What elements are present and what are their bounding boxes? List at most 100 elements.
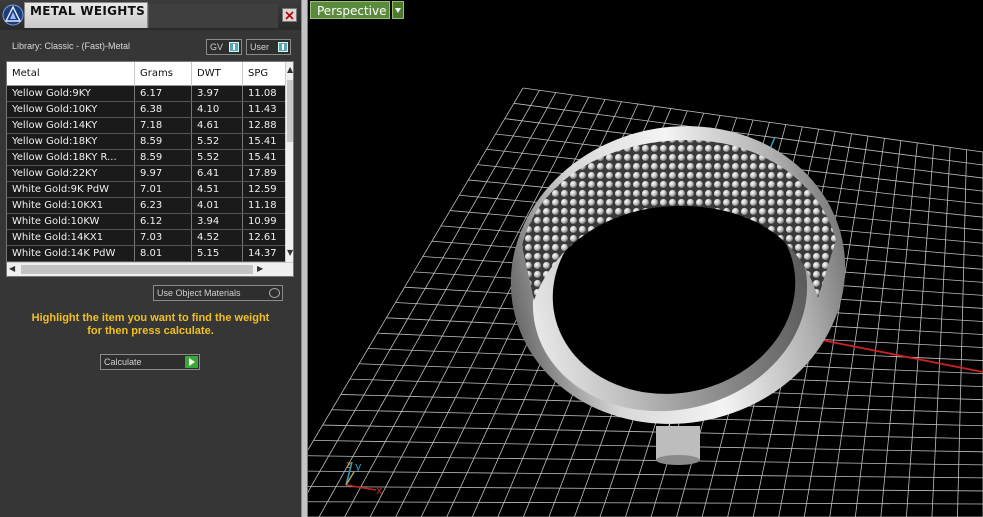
grid-line: [313, 439, 983, 453]
table-row[interactable]: Yellow Gold:14KY 7.18 4.61 12.88: [7, 118, 285, 134]
table-header: Metal Grams DWT SPG: [7, 62, 285, 86]
cell-grams: 7.01: [135, 182, 192, 197]
user-toggle-label: User: [250, 42, 270, 52]
scroll-left-icon[interactable]: ◀: [9, 264, 15, 274]
cell-grams: 6.17: [135, 86, 192, 101]
cell-grams: 9.97: [135, 166, 192, 181]
app-logo-icon: [2, 4, 24, 26]
cell-spg: 11.08: [248, 88, 277, 99]
scroll-down-icon[interactable]: ▼: [287, 248, 293, 258]
column-header-metal[interactable]: Metal: [7, 62, 135, 86]
toggle-switch-icon: [278, 42, 288, 52]
cell-metal: Yellow Gold:18KY: [7, 134, 135, 149]
viewport-scene: x y z: [308, 87, 983, 517]
table-row[interactable]: Yellow Gold:18KY R... 8.59 5.52 15.41: [7, 150, 285, 166]
grid-line: [308, 455, 983, 466]
gizmo-x-label: x: [376, 484, 383, 497]
table-row[interactable]: White Gold:14KX1 7.03 4.52 12.61: [7, 230, 285, 246]
play-icon: [185, 356, 198, 368]
metal-weights-panel: METAL WEIGHTS Library: Classic - (Fast)-…: [0, 0, 301, 517]
instructions-text: Highlight the item you want to find the …: [10, 312, 291, 338]
cell-dwt: 4.10: [192, 102, 243, 117]
cell-metal: Yellow Gold:18KY R...: [7, 150, 135, 165]
panel-title-bar: METAL WEIGHTS: [0, 0, 301, 30]
cell-spg: 11.18: [248, 200, 277, 211]
cell-grams: 7.03: [135, 230, 192, 245]
grid-line: [880, 142, 918, 517]
instructions-line: Highlight the item you want to find the …: [31, 312, 270, 324]
scroll-up-icon[interactable]: ▲: [287, 65, 293, 75]
column-header-spg[interactable]: SPG: [243, 62, 285, 86]
title-bar-spacer: [148, 4, 278, 28]
cell-metal: White Gold:10KW: [7, 214, 135, 229]
cell-dwt: 3.97: [192, 86, 243, 101]
gv-toggle[interactable]: GV: [206, 39, 242, 55]
grid-line: [854, 140, 902, 517]
user-toggle[interactable]: User: [246, 39, 291, 55]
grid-line: [829, 138, 885, 517]
table-row[interactable]: White Gold:14K PdW 8.01 5.15 14.37: [7, 246, 285, 262]
view-mode-tab[interactable]: Perspective: [310, 1, 390, 19]
grid-line: [322, 424, 983, 440]
cell-spg: 11.43: [248, 104, 277, 115]
cell-grams: 8.01: [135, 246, 192, 261]
library-label: Library: Classic - (Fast)-Metal: [12, 41, 131, 51]
cell-metal: White Gold:10KX1: [7, 198, 135, 213]
cell-dwt: 5.15: [192, 246, 243, 261]
cell-grams: 6.12: [135, 214, 192, 229]
toggle-switch-icon: [229, 42, 239, 52]
table-body: Yellow Gold:9KY 6.17 3.97 11.08 Yellow Gold…: [7, 86, 285, 262]
calculate-label: Calculate: [104, 357, 142, 367]
chevron-down-icon[interactable]: [392, 1, 404, 19]
gizmo-y-label: y: [355, 460, 362, 473]
cell-metal: Yellow Gold:22KY: [7, 166, 135, 181]
table-row[interactable]: White Gold:10KX1 6.23 4.01 11.18: [7, 198, 285, 214]
cell-dwt: 4.52: [192, 230, 243, 245]
horizontal-scroll-thumb[interactable]: [21, 265, 253, 274]
gv-toggle-label: GV: [210, 42, 224, 52]
cell-grams: 8.59: [135, 150, 192, 165]
cell-spg: 10.99: [248, 216, 277, 227]
cell-grams: 8.59: [135, 134, 192, 149]
horizontal-scrollbar[interactable]: ◀ ▶: [7, 262, 293, 276]
3d-viewport[interactable]: x y z Perspective: [308, 0, 983, 517]
cell-metal: White Gold:14KX1: [7, 230, 135, 245]
view-mode-label: Perspective: [317, 4, 387, 18]
use-object-materials-checkbox[interactable]: Use Object Materials: [153, 285, 283, 301]
cell-spg: 17.89: [248, 168, 277, 179]
gizmo-z-label: z: [346, 460, 351, 471]
vertical-scrollbar[interactable]: ▲ ▼: [285, 62, 293, 262]
cell-metal: Yellow Gold:9KY: [7, 86, 135, 101]
cell-metal: White Gold:9K PdW: [7, 182, 135, 197]
table-row[interactable]: Yellow Gold:10KY 6.38 4.10 11.43: [7, 102, 285, 118]
panel-title: METAL WEIGHTS: [30, 4, 146, 18]
scroll-right-icon[interactable]: ▶: [257, 264, 263, 274]
ring-model: [510, 126, 846, 465]
table-row[interactable]: Yellow Gold:22KY 9.97 6.41 17.89: [7, 166, 285, 182]
vertical-scroll-thumb[interactable]: [287, 80, 293, 142]
calculate-button[interactable]: Calculate: [100, 354, 200, 370]
cell-spg: 12.61: [248, 232, 277, 243]
cell-spg: 12.88: [248, 120, 277, 131]
cell-grams: 7.18: [135, 118, 192, 133]
instructions-line: for then press calculate.: [87, 325, 214, 337]
cell-spg: 15.41: [248, 152, 277, 163]
table-row[interactable]: White Gold:9K PdW 7.01 4.51 12.59: [7, 182, 285, 198]
cell-metal: White Gold:14K PdW: [7, 246, 135, 261]
cell-spg: 12.59: [248, 184, 277, 195]
panel-splitter[interactable]: [301, 0, 308, 517]
close-button[interactable]: [282, 8, 297, 22]
cell-dwt: 4.51: [192, 182, 243, 197]
column-header-grams[interactable]: Grams: [135, 62, 192, 86]
metal-table: Metal Grams DWT SPG Yellow Gold:9KY 6.17 3…: [6, 61, 294, 277]
table-row[interactable]: Yellow Gold:9KY 6.17 3.97 11.08: [7, 86, 285, 102]
axis-gizmo: x y z: [345, 460, 383, 497]
table-row[interactable]: White Gold:10KW 6.12 3.94 10.99: [7, 214, 285, 230]
grid-line: [308, 501, 983, 505]
cell-dwt: 5.52: [192, 134, 243, 149]
close-icon: [285, 10, 294, 20]
column-header-dwt[interactable]: DWT: [192, 62, 243, 86]
cell-metal: Yellow Gold:10KY: [7, 102, 135, 117]
cell-dwt: 6.41: [192, 166, 243, 181]
table-row[interactable]: Yellow Gold:18KY 8.59 5.52 15.41: [7, 134, 285, 150]
